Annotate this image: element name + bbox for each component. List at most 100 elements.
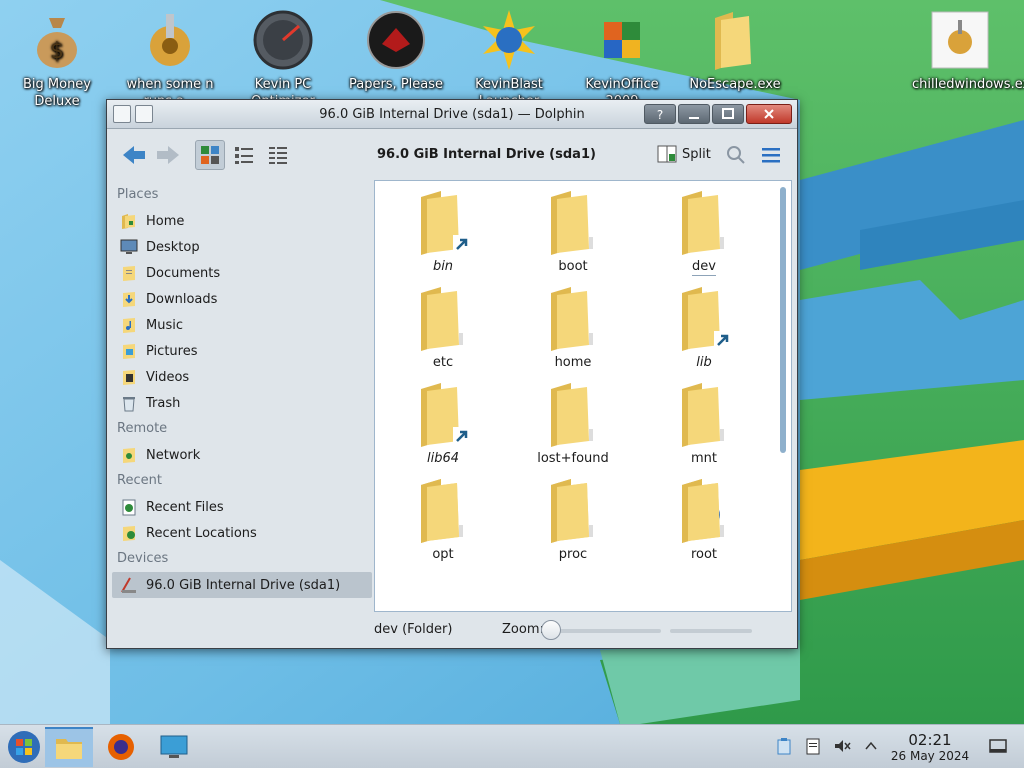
desktop-icon-kevinblast[interactable]: KevinBlast Launcher — [459, 0, 559, 110]
folder-icon — [421, 191, 471, 255]
file-item-partial[interactable] — [378, 471, 508, 567]
sidebar-item-home[interactable]: Home — [112, 208, 372, 234]
file-name: home — [554, 355, 592, 370]
sidebar-item-downloads[interactable]: Downloads — [112, 286, 372, 312]
file-name: dev — [692, 259, 716, 276]
file-item-boot[interactable]: boot — [508, 183, 638, 279]
music-folder-icon — [123, 318, 135, 333]
section-remote: Remote — [117, 421, 168, 436]
file-item-lib64[interactable]: lib64 — [378, 375, 508, 471]
close-button[interactable] — [746, 104, 792, 124]
scrollbar[interactable] — [780, 187, 786, 453]
sidebar-item-trash[interactable]: Trash — [112, 390, 372, 416]
start-button[interactable] — [0, 727, 48, 767]
split-icon — [657, 145, 677, 163]
back-button[interactable] — [119, 140, 149, 170]
zoom-slider-handle[interactable] — [541, 620, 561, 640]
sidebar-item-documents[interactable]: Documents — [112, 260, 372, 286]
icons-view-button[interactable] — [195, 140, 225, 170]
hamburger-icon — [762, 148, 780, 163]
free-space-bar — [670, 629, 752, 633]
desktop-icon-kevinoffice[interactable]: KevinOffice 2009 — [572, 0, 672, 110]
show-hidden-icons-button[interactable] — [861, 736, 881, 756]
sidebar-item-music[interactable]: Music — [112, 312, 372, 338]
sidebar-item-recent-locations[interactable]: Recent Locations — [112, 520, 372, 546]
file-item-mnt[interactable]: mnt — [639, 375, 769, 471]
status-bar: dev (Folder) Zoom: — [107, 614, 797, 646]
close-icon — [764, 109, 774, 119]
split-button[interactable]: Split — [657, 144, 711, 164]
system-settings-icon — [160, 735, 188, 758]
zoom-label: Zoom: — [502, 622, 544, 637]
details-view-icon — [269, 147, 287, 164]
folder-icon — [551, 191, 593, 255]
svg-text:$: $ — [50, 39, 64, 64]
taskbar-item-firefox[interactable] — [97, 727, 145, 767]
sidebar-item-pictures[interactable]: Pictures — [112, 338, 372, 364]
file-item-lib[interactable]: lib — [639, 279, 769, 375]
taskbar-item-system-settings[interactable] — [150, 727, 198, 767]
folder-icon — [551, 479, 593, 543]
search-button[interactable] — [721, 140, 751, 170]
file-item-partial[interactable] — [508, 471, 638, 567]
location-label: 96.0 GiB Internal Drive (sda1) — [377, 147, 596, 162]
money-bag-icon: $ — [37, 18, 77, 68]
sidebar-item-recent-files[interactable]: Recent Files — [112, 494, 372, 520]
show-desktop-button[interactable] — [988, 736, 1008, 756]
status-text: dev (Folder) — [374, 622, 453, 637]
desktop-icon-label: Papers, Please — [348, 77, 444, 92]
desktop-icon-noescape[interactable]: NoEscape.exe — [685, 0, 785, 93]
file-item-partial[interactable] — [639, 471, 769, 567]
hamburger-menu-button[interactable] — [756, 140, 786, 170]
details-view-button[interactable] — [263, 140, 293, 170]
desktop-icon-chilledwindows[interactable]: chilledwindows.exe — [910, 0, 1024, 93]
videos-folder-icon — [123, 370, 135, 385]
clipboard-tray-icon[interactable] — [774, 736, 794, 756]
zoom-slider[interactable] — [547, 629, 661, 633]
file-item-dev[interactable]: dev — [639, 183, 769, 279]
notes-tray-icon[interactable] — [803, 736, 823, 756]
file-view[interactable]: bin boot dev etc home lib lib64 lost+fou… — [374, 180, 792, 612]
forward-button[interactable] — [153, 140, 183, 170]
sidebar-item-internal-drive[interactable]: 96.0 GiB Internal Drive (sda1) — [112, 572, 372, 598]
desktop-icon-label: NoEscape.exe — [689, 77, 781, 92]
minimize-icon — [689, 117, 699, 119]
maximize-button[interactable] — [712, 104, 744, 124]
places-panel: Places Home Desktop Documents Downloads … — [112, 182, 372, 612]
home-folder-icon — [122, 214, 135, 229]
desktop-icon-papers-please[interactable]: Papers, Please — [346, 0, 446, 93]
volume-muted-tray-icon[interactable] — [832, 736, 852, 756]
taskbar-item-dolphin[interactable] — [45, 727, 93, 767]
compact-view-icon — [235, 147, 253, 164]
help-button[interactable]: ? — [644, 104, 676, 124]
clock-time[interactable]: 02:21 — [905, 731, 955, 749]
clock-date[interactable]: 26 May 2024 — [885, 749, 975, 763]
window-titlebar[interactable]: 96.0 GiB Internal Drive (sda1) — Dolphin… — [107, 100, 797, 129]
speaker-muted-icon — [835, 740, 851, 752]
folder-icon — [421, 383, 471, 447]
desktop-icon-label: Big Money Deluxe — [22, 77, 91, 109]
compact-view-button[interactable] — [229, 140, 259, 170]
chevron-up-icon — [865, 741, 877, 750]
sidebar-item-network[interactable]: Network — [112, 442, 372, 468]
file-item-lost-found[interactable]: lost+found — [508, 375, 638, 471]
desktop-icon-when-some[interactable]: when some n runs a... — [120, 0, 220, 110]
file-item-home[interactable]: home — [508, 279, 638, 375]
file-name: etc — [432, 355, 454, 370]
recent-locations-icon — [123, 526, 135, 541]
desktop-icon-big-money[interactable]: $ Big Money Deluxe — [7, 0, 107, 110]
desktop-icon-label: chilledwindows.exe — [912, 77, 1024, 92]
folder-icon — [715, 12, 751, 70]
sidebar-item-videos[interactable]: Videos — [112, 364, 372, 390]
folder-icon — [682, 383, 724, 447]
section-recent: Recent — [117, 473, 162, 488]
clipboard-icon — [777, 738, 791, 755]
file-item-bin[interactable]: bin — [378, 183, 508, 279]
notes-icon — [806, 738, 820, 755]
windows-logo-icon — [8, 731, 40, 763]
gear-icon — [150, 14, 190, 66]
sidebar-item-desktop[interactable]: Desktop — [112, 234, 372, 260]
minimize-button[interactable] — [678, 104, 710, 124]
file-name: lib64 — [426, 451, 460, 466]
file-item-etc[interactable]: etc — [378, 279, 508, 375]
